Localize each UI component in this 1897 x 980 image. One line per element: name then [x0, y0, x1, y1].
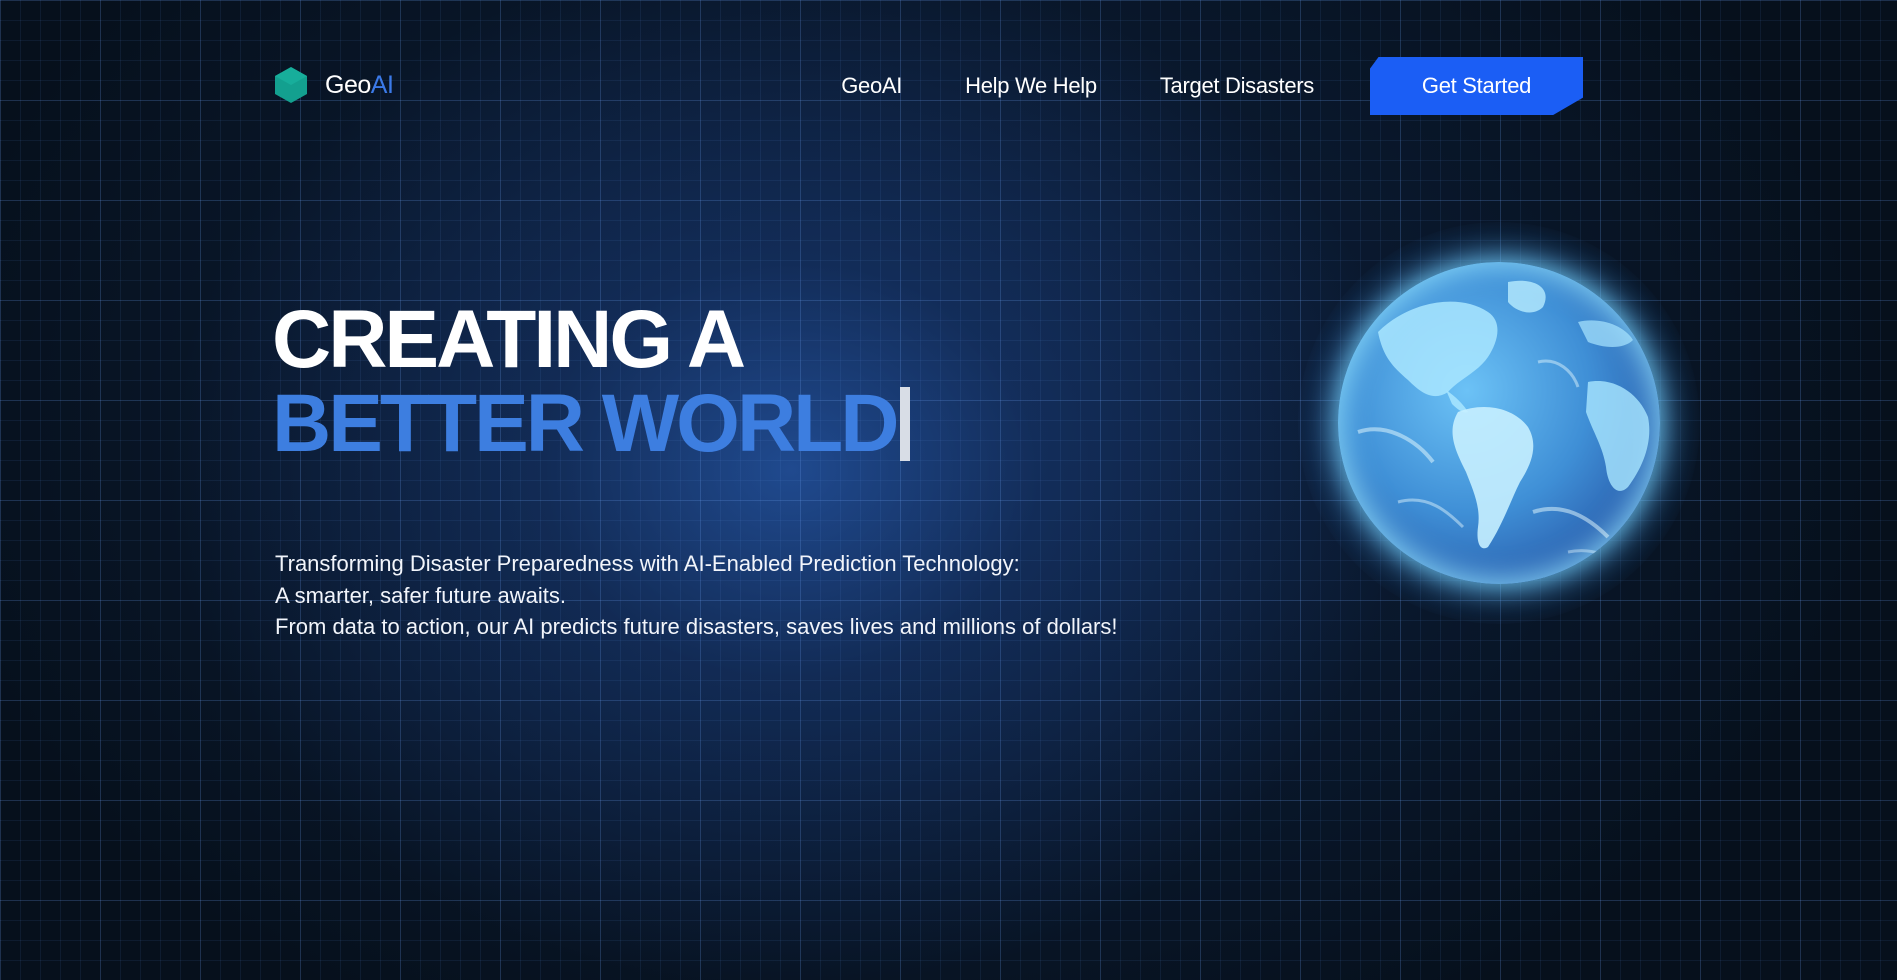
landing-page: GeoAI GeoAI Help We Help Target Disaster…: [0, 0, 1897, 980]
earth-globe-icon: [1338, 262, 1660, 584]
hero-title-line-2: BETTER WORLD: [272, 382, 911, 466]
nav-link-help-we-help[interactable]: Help We Help: [965, 73, 1097, 99]
get-started-button[interactable]: Get Started: [1370, 57, 1583, 115]
nav-link-target-disasters[interactable]: Target Disasters: [1160, 73, 1314, 99]
hero-title: CREATING A BETTER WORLD: [272, 294, 911, 466]
nav-link-geoai[interactable]: GeoAI: [841, 73, 902, 99]
brand-logo-link[interactable]: GeoAI: [275, 67, 394, 103]
brand-name-accent: AI: [370, 70, 394, 99]
top-navigation: GeoAI GeoAI Help We Help Target Disaster…: [275, 57, 1583, 117]
brand-name-prefix: Geo: [325, 70, 371, 99]
hexagon-logo-icon: [275, 67, 307, 103]
hero-description-line-2: A smarter, safer future awaits.: [275, 582, 567, 608]
hero-description-line-1: Transforming Disaster Preparedness with …: [275, 551, 1020, 576]
hero-description-line-3: From data to action, our AI predicts fut…: [275, 614, 1118, 639]
hero-title-line-2-text: BETTER WORLD: [272, 378, 899, 469]
brand-name: GeoAI: [325, 70, 394, 100]
typing-cursor: [900, 387, 911, 461]
globe-continents: [1357, 280, 1650, 569]
hero-description: Transforming Disaster Preparedness with …: [275, 548, 1118, 643]
nav-links: GeoAI Help We Help Target Disasters Get …: [841, 57, 1583, 115]
hero-title-line-1: CREATING A: [272, 294, 746, 385]
globe-illustration: [1298, 222, 1700, 624]
